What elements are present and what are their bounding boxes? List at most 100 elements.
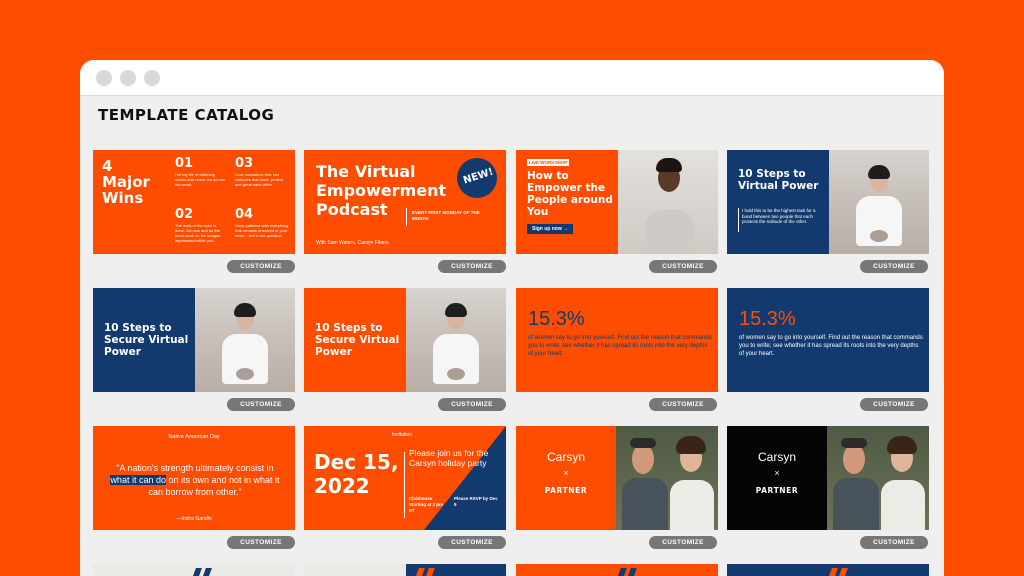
card-title: How to Empower the People around You <box>527 170 613 218</box>
template-card-stat-orange[interactable]: 15.3% of women say to go into yourself. … <box>516 288 718 392</box>
person-hat <box>630 438 656 448</box>
template-card-podcast[interactable]: The Virtual Empowerment Podcast NEW! EVE… <box>304 150 506 254</box>
card-quote: “A nation's strength ultimately consist … <box>109 462 281 498</box>
card-stat: 15.3% <box>528 308 585 330</box>
portrait-hair <box>234 303 256 317</box>
divider <box>738 208 739 232</box>
card-hosts: With Sam Waters, Carsyn Fibers <box>316 240 389 246</box>
portrait-photo <box>406 288 506 392</box>
card-body: I hold this to be the highest task for a… <box>742 208 816 224</box>
duo-photo <box>616 426 718 530</box>
card-label: Native American Day <box>168 434 220 440</box>
card-number: 02 <box>175 207 194 222</box>
customize-button[interactable]: CUSTOMIZE <box>438 536 506 549</box>
quote-highlight: what it can do <box>110 475 166 485</box>
customize-button[interactable]: CUSTOMIZE <box>860 536 928 549</box>
template-card-stat-navy[interactable]: 15.3% of women say to go into yourself. … <box>727 288 929 392</box>
window-control-dot[interactable] <box>144 69 160 86</box>
slash-mark <box>826 568 838 576</box>
divider <box>404 452 405 518</box>
customize-button[interactable]: CUSTOMIZE <box>438 260 506 273</box>
new-badge: NEW! <box>457 158 497 198</box>
template-card-secure-power-navy[interactable]: 10 Steps to Secure Virtual Power <box>93 288 295 392</box>
partner-label: PARTNER <box>544 486 588 495</box>
customize-button[interactable]: CUSTOMIZE <box>438 398 506 411</box>
card-title: 4 Major Wins <box>102 157 150 207</box>
card-title: 10 Steps to Virtual Power <box>738 168 819 192</box>
person-head <box>632 444 654 474</box>
person-shirt <box>622 478 668 530</box>
card-number: 01 <box>175 156 194 171</box>
customize-button[interactable]: CUSTOMIZE <box>649 398 717 411</box>
template-card-quote[interactable]: Native American Day “A nation's strength… <box>93 426 295 530</box>
window-control-dot[interactable] <box>120 69 136 86</box>
slash-mark <box>836 568 848 576</box>
customize-button[interactable]: CUSTOMIZE <box>227 536 295 549</box>
card-stat: 15.3% <box>739 308 796 330</box>
portrait-bowl <box>870 230 888 242</box>
template-card-partial[interactable] <box>727 564 929 576</box>
slash-mark <box>200 568 212 576</box>
card-title: 10 Steps to Secure Virtual Power <box>104 322 189 358</box>
quote-text: on its own and not in what it can borrow… <box>148 475 280 497</box>
quote-text: “A nation's strength ultimately consist … <box>116 463 274 473</box>
template-card-partner-orange[interactable]: Carsyn × PARTNER <box>516 426 718 530</box>
person-hair <box>887 436 917 454</box>
divider <box>406 208 407 226</box>
portrait-bowl <box>447 368 465 380</box>
person-shirt <box>670 480 714 530</box>
template-card-partial[interactable] <box>516 564 718 576</box>
portrait-photo <box>829 150 929 254</box>
brand-name: Carsyn <box>757 450 796 464</box>
sign-up-button: Sign up now → <box>527 224 574 234</box>
card-text: Love consists in this: two solitudes tha… <box>235 172 284 187</box>
template-card-major-wins[interactable]: 4 Major Wins 01 I've my life in widening… <box>93 150 295 254</box>
customize-button[interactable]: CUSTOMIZE <box>649 536 717 549</box>
person-shirt <box>833 478 879 530</box>
customize-button[interactable]: CUSTOMIZE <box>227 398 295 411</box>
template-card-workshop[interactable]: LIVE WORKSHOP How to Empower the People … <box>516 150 718 254</box>
cross-mark: × <box>563 468 569 478</box>
duo-photo <box>827 426 929 530</box>
customize-button[interactable]: CUSTOMIZE <box>860 260 928 273</box>
browser-window: TEMPLATE CATALOG 4 Major Wins 01 I've my… <box>80 60 944 576</box>
template-card-partial[interactable] <box>93 564 295 576</box>
card-title: Please join us for the Carsyn holiday pa… <box>409 448 489 468</box>
template-card-10-steps[interactable]: 10 Steps to Virtual Power I hold this to… <box>727 150 929 254</box>
new-badge-label: NEW! <box>462 166 495 187</box>
card-label: Invitation <box>392 432 413 438</box>
template-card-partial[interactable] <box>304 564 506 576</box>
partner-label: PARTNER <box>755 486 799 495</box>
portrait-hair <box>868 165 890 179</box>
slash-mark <box>615 568 627 576</box>
portrait-photo <box>618 150 718 254</box>
customize-button[interactable]: CUSTOMIZE <box>860 398 928 411</box>
person-hair <box>676 436 706 454</box>
portrait-bowl <box>236 368 254 380</box>
card-text: Have patience with everything that remai… <box>235 223 289 238</box>
page-title: TEMPLATE CATALOG <box>98 106 275 124</box>
window-titlebar <box>80 60 944 96</box>
template-card-partner-black[interactable]: Carsyn × PARTNER <box>727 426 929 530</box>
card-location: Clubhouse Starting at 3 pm ET <box>409 496 444 513</box>
slash-mark <box>625 568 637 576</box>
card-date: Dec 15, 2022 <box>314 450 399 498</box>
template-card-invitation[interactable]: Invitation Dec 15, 2022 Please join us f… <box>304 426 506 530</box>
person-head <box>843 444 865 474</box>
template-card-secure-power-orange[interactable]: 10 Steps to Secure Virtual Power <box>304 288 506 392</box>
window-control-dot[interactable] <box>96 69 112 86</box>
portrait-hair <box>445 303 467 317</box>
card-text: I've my life in widening circles that re… <box>175 172 225 187</box>
customize-button[interactable]: CUSTOMIZE <box>649 260 717 273</box>
card-label: LIVE WORKSHOP <box>527 159 570 166</box>
portrait-hair <box>656 158 682 172</box>
card-title: 10 Steps to Secure Virtual Power <box>315 322 400 358</box>
brand-name: Carsyn <box>546 450 585 464</box>
customize-button[interactable]: CUSTOMIZE <box>227 260 295 273</box>
card-rsvp: Please RSVP by Dec 9 <box>454 496 498 507</box>
card-body: of women say to go into yourself. Find o… <box>739 335 923 357</box>
card-number: 04 <box>235 207 254 222</box>
slash-mark <box>190 568 202 576</box>
person-shirt <box>881 480 925 530</box>
person-hat <box>841 438 867 448</box>
